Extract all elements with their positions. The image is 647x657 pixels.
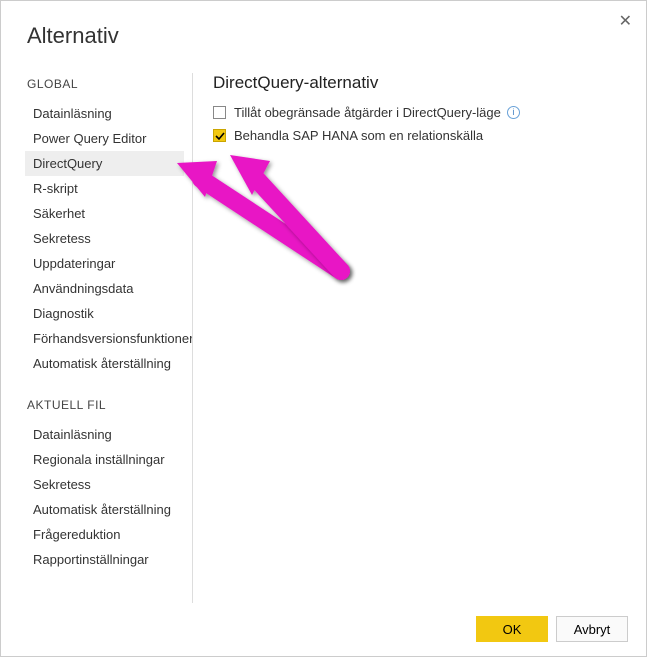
sidebar-item-sekretess[interactable]: Sekretess	[25, 226, 192, 251]
dialog-title: Alternativ	[1, 1, 646, 49]
checkbox-unrestricted[interactable]	[213, 106, 226, 119]
sidebar-item-forhandsversionsfunktioner[interactable]: Förhandsversionsfunktioner	[25, 326, 192, 351]
sidebar-item-sekretess-fil[interactable]: Sekretess	[25, 472, 192, 497]
sidebar-item-fragereduktion[interactable]: Frågereduktion	[25, 522, 192, 547]
sidebar-item-r-skript[interactable]: R-skript	[25, 176, 192, 201]
sidebar-item-diagnostik[interactable]: Diagnostik	[25, 301, 192, 326]
section-header-global: GLOBAL	[27, 77, 192, 91]
sidebar: GLOBAL Datainläsning Power Query Editor …	[1, 73, 193, 603]
check-icon	[215, 131, 225, 141]
main-panel: DirectQuery-alternativ Tillåt obegränsad…	[193, 73, 646, 603]
dialog-footer: OK Avbryt	[476, 616, 628, 642]
dialog-content: GLOBAL Datainläsning Power Query Editor …	[1, 73, 646, 603]
main-heading: DirectQuery-alternativ	[213, 73, 626, 93]
ok-button[interactable]: OK	[476, 616, 548, 642]
sidebar-item-regionala-installningar[interactable]: Regionala inställningar	[25, 447, 192, 472]
sidebar-item-power-query-editor[interactable]: Power Query Editor	[25, 126, 192, 151]
close-button[interactable]: ✕	[619, 11, 632, 31]
option-label-sap-hana: Behandla SAP HANA som en relationskälla	[234, 128, 483, 143]
sidebar-item-automatisk-aterstallning-fil[interactable]: Automatisk återställning	[25, 497, 192, 522]
sidebar-item-directquery[interactable]: DirectQuery	[25, 151, 184, 176]
sidebar-item-datainlasning-fil[interactable]: Datainläsning	[25, 422, 192, 447]
sidebar-item-automatisk-aterstallning[interactable]: Automatisk återställning	[25, 351, 192, 376]
sidebar-item-uppdateringar[interactable]: Uppdateringar	[25, 251, 192, 276]
sidebar-item-datainlasning[interactable]: Datainläsning	[25, 101, 192, 126]
option-row-unrestricted: Tillåt obegränsade åtgärder i DirectQuer…	[213, 105, 626, 120]
section-header-aktuell-fil: AKTUELL FIL	[27, 398, 192, 412]
info-icon[interactable]: i	[507, 106, 520, 119]
sidebar-item-sakerhet[interactable]: Säkerhet	[25, 201, 192, 226]
close-icon: ✕	[619, 13, 632, 30]
option-label-unrestricted: Tillåt obegränsade åtgärder i DirectQuer…	[234, 105, 501, 120]
option-row-sap-hana: Behandla SAP HANA som en relationskälla	[213, 128, 626, 143]
cancel-button[interactable]: Avbryt	[556, 616, 628, 642]
sidebar-item-rapportinstallningar[interactable]: Rapportinställningar	[25, 547, 192, 572]
sidebar-item-anvandningsdata[interactable]: Användningsdata	[25, 276, 192, 301]
checkbox-sap-hana[interactable]	[213, 129, 226, 142]
